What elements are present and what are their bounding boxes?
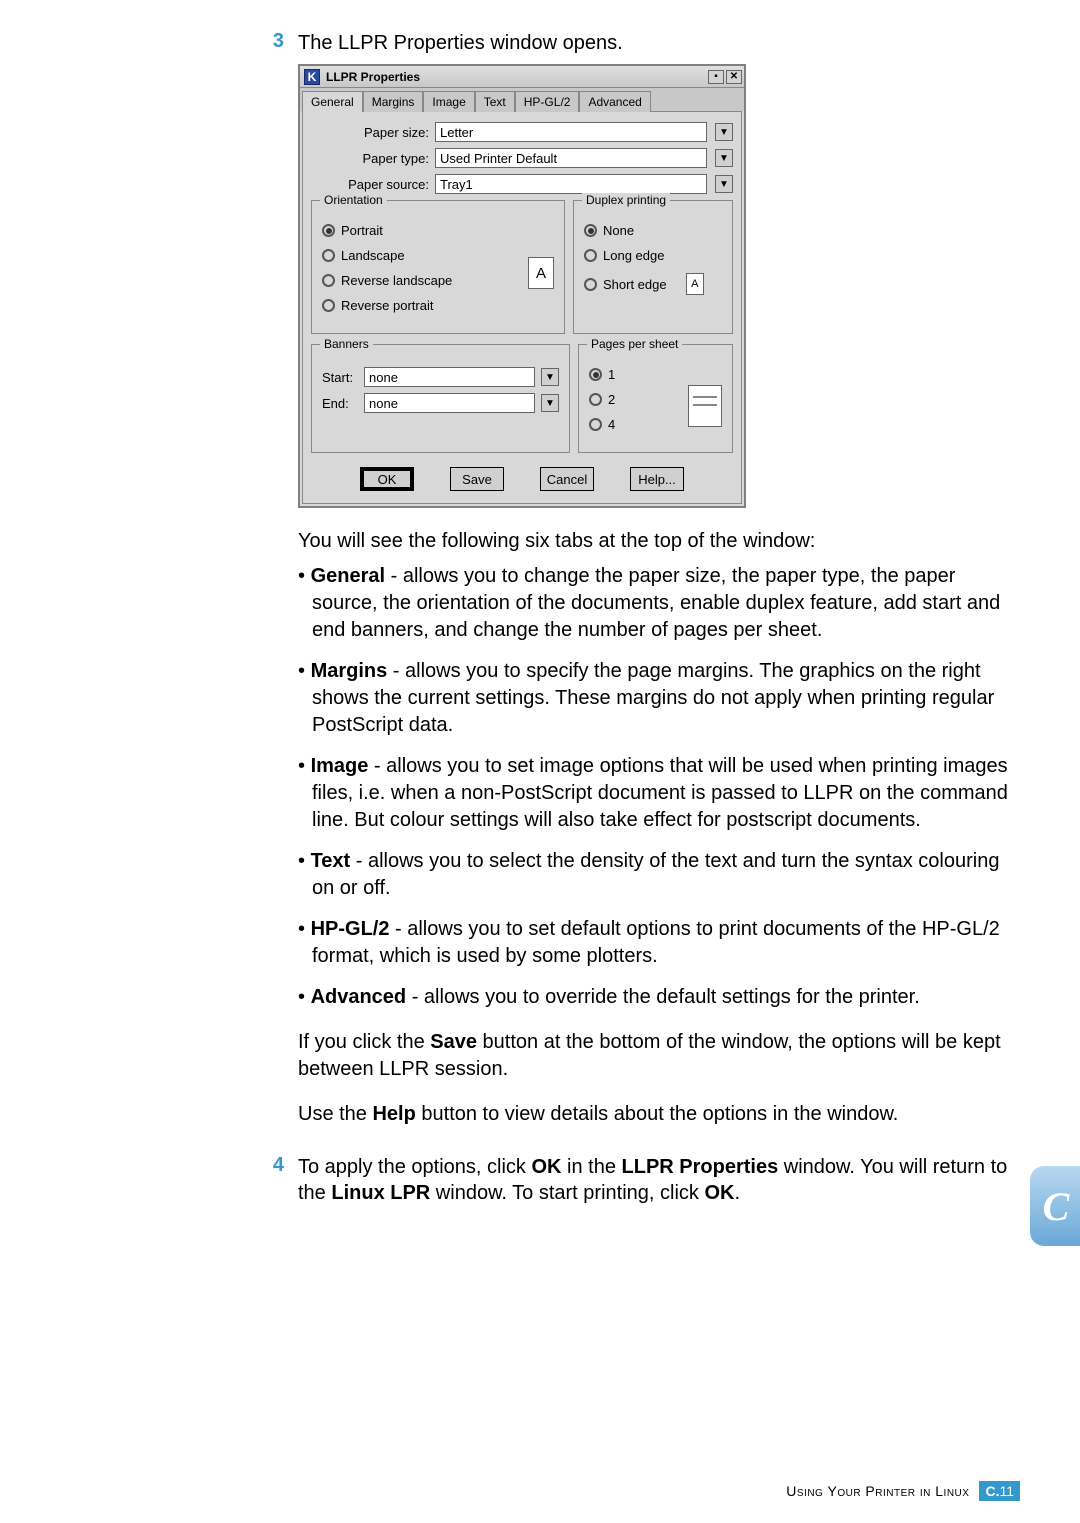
tab-margins[interactable]: Margins — [363, 91, 424, 112]
paper-size-label: Paper size: — [311, 125, 429, 140]
banner-start-label: Start: — [322, 370, 360, 385]
cancel-button[interactable]: Cancel — [540, 467, 594, 491]
tab-image[interactable]: Image — [423, 91, 474, 112]
ok-button[interactable]: OK — [360, 467, 414, 491]
radio-rev-landscape[interactable]: Reverse landscape — [322, 273, 518, 288]
banners-title: Banners — [320, 337, 373, 351]
tab-advanced[interactable]: Advanced — [579, 91, 650, 112]
paper-source-value: Tray1 — [440, 177, 473, 192]
chevron-down-icon[interactable]: ▼ — [715, 149, 733, 167]
minimize-icon[interactable]: ▪ — [708, 70, 724, 84]
tab-hpgl2[interactable]: HP-GL/2 — [515, 91, 580, 112]
title-bar: K LLPR Properties ▪ ✕ — [300, 66, 744, 88]
chevron-down-icon[interactable]: ▼ — [715, 123, 733, 141]
help-button[interactable]: Help... — [630, 467, 684, 491]
paper-source-label: Paper source: — [311, 177, 429, 192]
tab-text[interactable]: Text — [475, 91, 515, 112]
llpr-properties-dialog: K LLPR Properties ▪ ✕ General Margins Im… — [298, 64, 746, 508]
paper-type-label: Paper type: — [311, 151, 429, 166]
desc-advanced: Advanced - allows you to override the de… — [298, 984, 1020, 1011]
orientation-title: Orientation — [320, 193, 387, 207]
pages-4-label: 4 — [608, 417, 615, 432]
radio-duplex-none[interactable]: None — [584, 223, 722, 238]
pages-preview-icon — [688, 385, 722, 427]
duplex-long-label: Long edge — [603, 248, 664, 263]
intro-text: You will see the following six tabs at t… — [298, 528, 1020, 555]
close-icon[interactable]: ✕ — [726, 70, 742, 84]
paper-size-combo[interactable]: Letter — [435, 122, 707, 142]
help-note: Use the Help button to view details abou… — [298, 1101, 1020, 1128]
paper-type-value: Used Printer Default — [440, 151, 557, 166]
chevron-down-icon[interactable]: ▼ — [715, 175, 733, 193]
save-note: If you click the Save button at the bott… — [298, 1029, 1020, 1083]
appendix-tab-c: C — [1030, 1166, 1080, 1246]
duplex-preview-icon: A — [686, 273, 704, 295]
chevron-down-icon[interactable]: ▼ — [541, 368, 559, 386]
orientation-group: Orientation Portrait Landscape Reverse l… — [311, 200, 565, 334]
step-number: 3 — [260, 30, 284, 56]
footer-badge: C.11 — [979, 1481, 1020, 1501]
duplex-title: Duplex printing — [582, 193, 670, 207]
pages-1-label: 1 — [608, 367, 615, 382]
footer-text: Using Your Printer in Linux — [786, 1483, 969, 1499]
radio-landscape[interactable]: Landscape — [322, 248, 518, 263]
rev-land-label: Reverse landscape — [341, 273, 452, 288]
tab-general[interactable]: General — [302, 91, 363, 112]
banner-start-value: none — [369, 370, 398, 385]
banner-end-label: End: — [322, 396, 360, 411]
save-button[interactable]: Save — [450, 467, 504, 491]
desc-text: Text - allows you to select the density … — [298, 848, 1020, 902]
landscape-label: Landscape — [341, 248, 405, 263]
radio-duplex-short[interactable]: Short edge A — [584, 273, 722, 295]
banners-group: Banners Start: none ▼ End: none ▼ — [311, 344, 570, 453]
step3-text: The LLPR Properties window opens. — [298, 30, 623, 56]
banner-end-combo[interactable]: none — [364, 393, 535, 413]
orientation-preview-icon: A — [528, 257, 554, 289]
desc-hpgl: HP-GL/2 - allows you to set default opti… — [298, 916, 1020, 970]
pages-2-label: 2 — [608, 392, 615, 407]
desc-margins: Margins - allows you to specify the page… — [298, 658, 1020, 739]
radio-duplex-long[interactable]: Long edge — [584, 248, 722, 263]
rev-port-label: Reverse portrait — [341, 298, 433, 313]
radio-rev-portrait[interactable]: Reverse portrait — [322, 298, 518, 313]
step-number: 4 — [260, 1154, 284, 1206]
duplex-group: Duplex printing None Long edge Short edg… — [573, 200, 733, 334]
window-title: LLPR Properties — [326, 70, 420, 84]
banner-start-combo[interactable]: none — [364, 367, 535, 387]
page-footer: Using Your Printer in Linux C.11 — [786, 1481, 1020, 1501]
pages-per-sheet-group: Pages per sheet 1 2 4 — [578, 344, 733, 453]
step4-text: To apply the options, click OK in the LL… — [298, 1154, 1020, 1206]
desc-image: Image - allows you to set image options … — [298, 753, 1020, 834]
paper-source-combo[interactable]: Tray1 — [435, 174, 707, 194]
pages-title: Pages per sheet — [587, 337, 682, 351]
radio-portrait[interactable]: Portrait — [322, 223, 518, 238]
duplex-short-label: Short edge — [603, 277, 667, 292]
tabs-row: General Margins Image Text HP-GL/2 Advan… — [300, 88, 744, 111]
duplex-none-label: None — [603, 223, 634, 238]
portrait-label: Portrait — [341, 223, 383, 238]
desc-general: General - allows you to change the paper… — [298, 563, 1020, 644]
kde-icon: K — [304, 69, 320, 85]
paper-size-value: Letter — [440, 125, 473, 140]
radio-pages-1[interactable]: 1 — [589, 367, 722, 382]
chevron-down-icon[interactable]: ▼ — [541, 394, 559, 412]
paper-type-combo[interactable]: Used Printer Default — [435, 148, 707, 168]
banner-end-value: none — [369, 396, 398, 411]
